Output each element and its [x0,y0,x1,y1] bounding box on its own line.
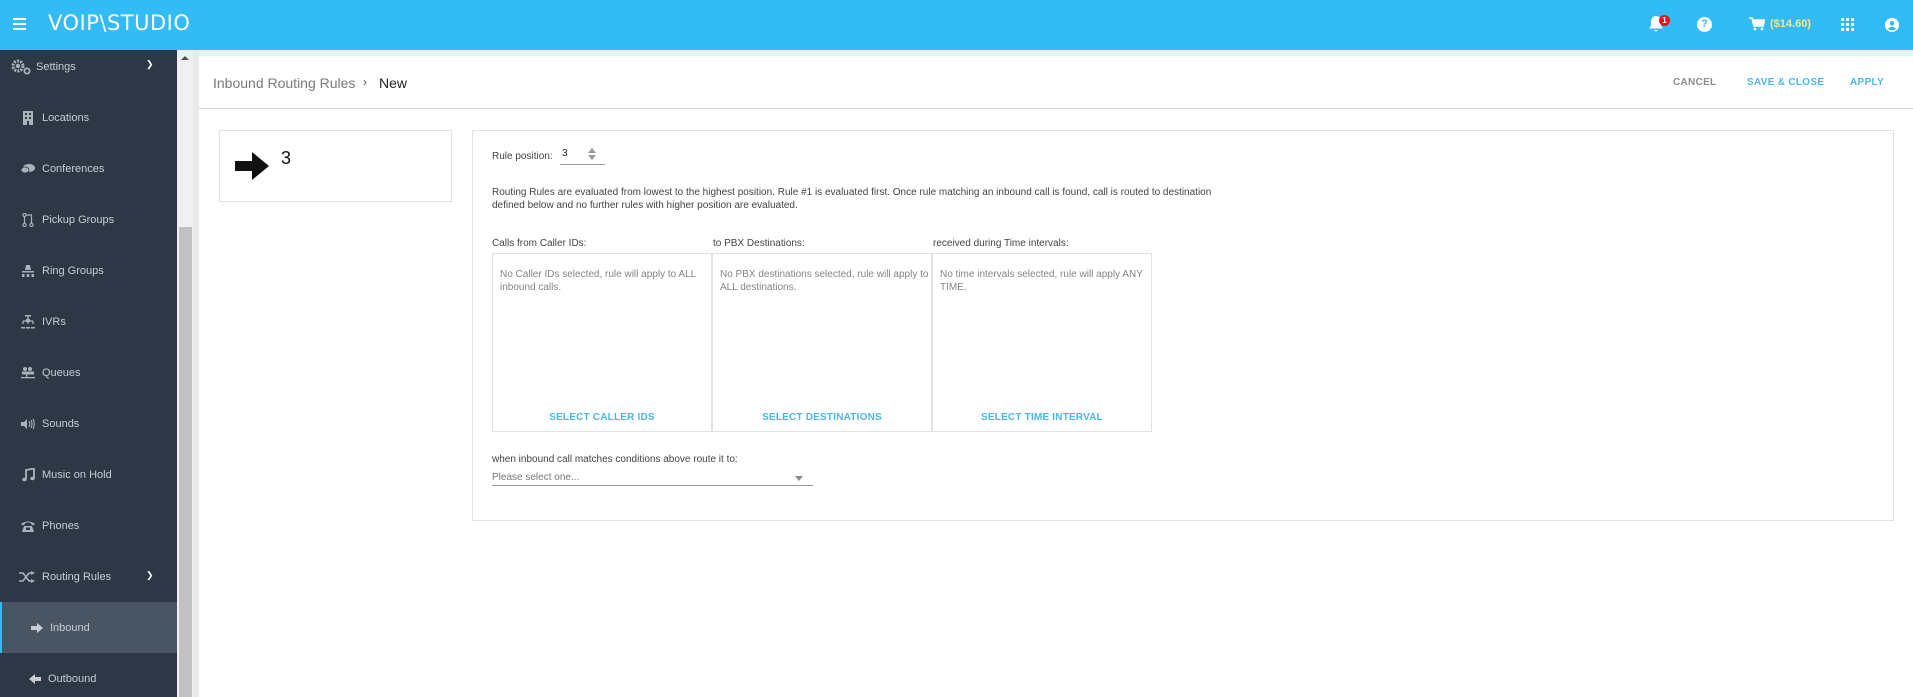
time-intervals-label: received during Time intervals: [933,238,1069,249]
caller-ids-empty-text: No Caller IDs selected, rule will apply … [500,269,696,293]
pbx-destinations-empty-text: No PBX destinations selected, rule will … [720,269,929,293]
rule-summary-card: 3 [219,130,452,202]
sidebar-item-ivrs[interactable]: IVRs [0,296,177,347]
sidebar-item-music-on-hold[interactable]: Music on Hold [0,449,177,500]
help-icon[interactable]: ? [1697,17,1712,32]
time-intervals-empty-text: No time intervals selected, rule will ap… [940,269,1143,293]
rule-position-stepper[interactable]: 3 [560,145,605,165]
sidebar: Settings ❯ Locations Conferences Pickup … [0,50,177,697]
queue-icon [21,366,35,380]
sidebar-item-ring-groups[interactable]: Ring Groups [0,245,177,296]
account-balance[interactable]: ($14.60) [1770,18,1811,30]
sidebar-item-routing-rules[interactable]: Routing Rules ❯ [0,551,177,602]
notification-badge: 1 [1659,15,1670,26]
apply-button[interactable]: APPLY [1850,77,1884,88]
shuffle-icon [19,570,35,584]
account-icon[interactable] [1885,18,1899,32]
scroll-up-arrow-icon[interactable] [181,56,189,60]
sidebar-item-label: Sounds [42,417,80,430]
breadcrumb-parent[interactable]: Inbound Routing Rules [213,75,355,91]
rule-position-value[interactable]: 3 [562,148,568,159]
sidebar-item-label: Locations [42,111,90,124]
sidebar-item-phones[interactable]: Phones [0,500,177,551]
sidebar-item-label: Settings [36,60,76,73]
sidebar-item-label: Queues [42,366,81,379]
building-icon [21,110,35,125]
apps-grid-icon[interactable] [1841,18,1854,31]
speaker-icon [21,417,35,431]
caller-ids-label: Calls from Caller IDs: [492,238,587,249]
sidebar-item-outbound[interactable]: Outbound [0,653,177,697]
main-content: Inbound Routing Rules › New CANCEL SAVE … [199,56,1913,697]
app-logo[interactable]: VOIP\STUDIO [48,11,190,35]
gears-icon [11,59,33,74]
sidebar-item-label: Inbound [50,621,90,634]
ivr-tree-icon [21,314,35,329]
sidebar-item-inbound[interactable]: Inbound [0,602,177,653]
top-bar: VOIP\STUDIO 1 ? ($14.60) [0,0,1913,50]
arrow-right-icon [30,621,44,635]
caller-ids-panel: No Caller IDs selected, rule will apply … [492,253,712,432]
telephone-icon [21,519,35,533]
select-caller-ids-button[interactable]: SELECT CALLER IDS [493,412,711,423]
sidebar-scrollbar-thumb[interactable] [179,227,192,697]
cancel-button[interactable]: CANCEL [1673,77,1716,88]
sidebar-item-label: Phones [42,519,80,532]
pickup-group-icon [21,212,35,227]
sidebar-item-label: Music on Hold [42,468,112,481]
sidebar-item-queues[interactable]: Queues [0,347,177,398]
cart-icon[interactable] [1749,17,1765,31]
rule-position-label: Rule position: [492,151,553,162]
time-intervals-panel: No time intervals selected, rule will ap… [932,253,1152,432]
sidebar-item-sounds[interactable]: Sounds [0,398,177,449]
routing-rules-description: Routing Rules are evaluated from lowest … [492,187,1212,211]
pbx-destinations-label: to PBX Destinations: [713,238,805,249]
route-destination-label: when inbound call matches conditions abo… [492,454,738,465]
sidebar-item-label: IVRs [42,315,66,328]
page-header: Inbound Routing Rules › New CANCEL SAVE … [199,56,1913,109]
sidebar-item-pickup-groups[interactable]: Pickup Groups [0,194,177,245]
route-destination-placeholder: Please select one... [492,472,580,483]
sidebar-item-label: Routing Rules [42,570,112,583]
rule-number: 3 [281,148,292,168]
chat-bubbles-icon [21,162,35,176]
hamburger-menu-icon[interactable] [13,18,26,30]
save-and-close-button[interactable]: SAVE & CLOSE [1747,77,1824,88]
decrement-icon[interactable] [588,155,596,160]
breadcrumb-current: New [379,75,408,91]
ring-group-icon [21,264,35,278]
rule-form: Rule position: 3 Routing Rules are evalu… [472,130,1894,521]
breadcrumb-separator-icon: › [363,75,367,89]
chevron-down-icon[interactable]: ❯ [146,570,154,581]
dropdown-caret-icon[interactable] [795,476,803,481]
increment-icon[interactable] [588,148,596,153]
route-destination-select[interactable]: Please select one... [492,468,813,486]
sidebar-item-label: Conferences [42,162,105,175]
select-time-interval-button[interactable]: SELECT TIME INTERVAL [933,412,1151,423]
chevron-down-icon[interactable]: ❯ [146,59,154,70]
sidebar-item-conferences[interactable]: Conferences [0,143,177,194]
sidebar-item-label: Outbound [48,672,97,685]
arrow-left-icon [28,672,42,686]
pbx-destinations-panel: No PBX destinations selected, rule will … [712,253,932,432]
music-note-icon [21,467,35,482]
sidebar-item-label: Ring Groups [42,264,104,277]
inbound-arrow-icon [235,152,269,180]
sidebar-item-locations[interactable]: Locations [0,92,177,143]
sidebar-item-label: Pickup Groups [42,213,115,226]
select-destinations-button[interactable]: SELECT DESTINATIONS [713,412,931,423]
sidebar-item-settings[interactable]: Settings ❯ [0,50,177,92]
